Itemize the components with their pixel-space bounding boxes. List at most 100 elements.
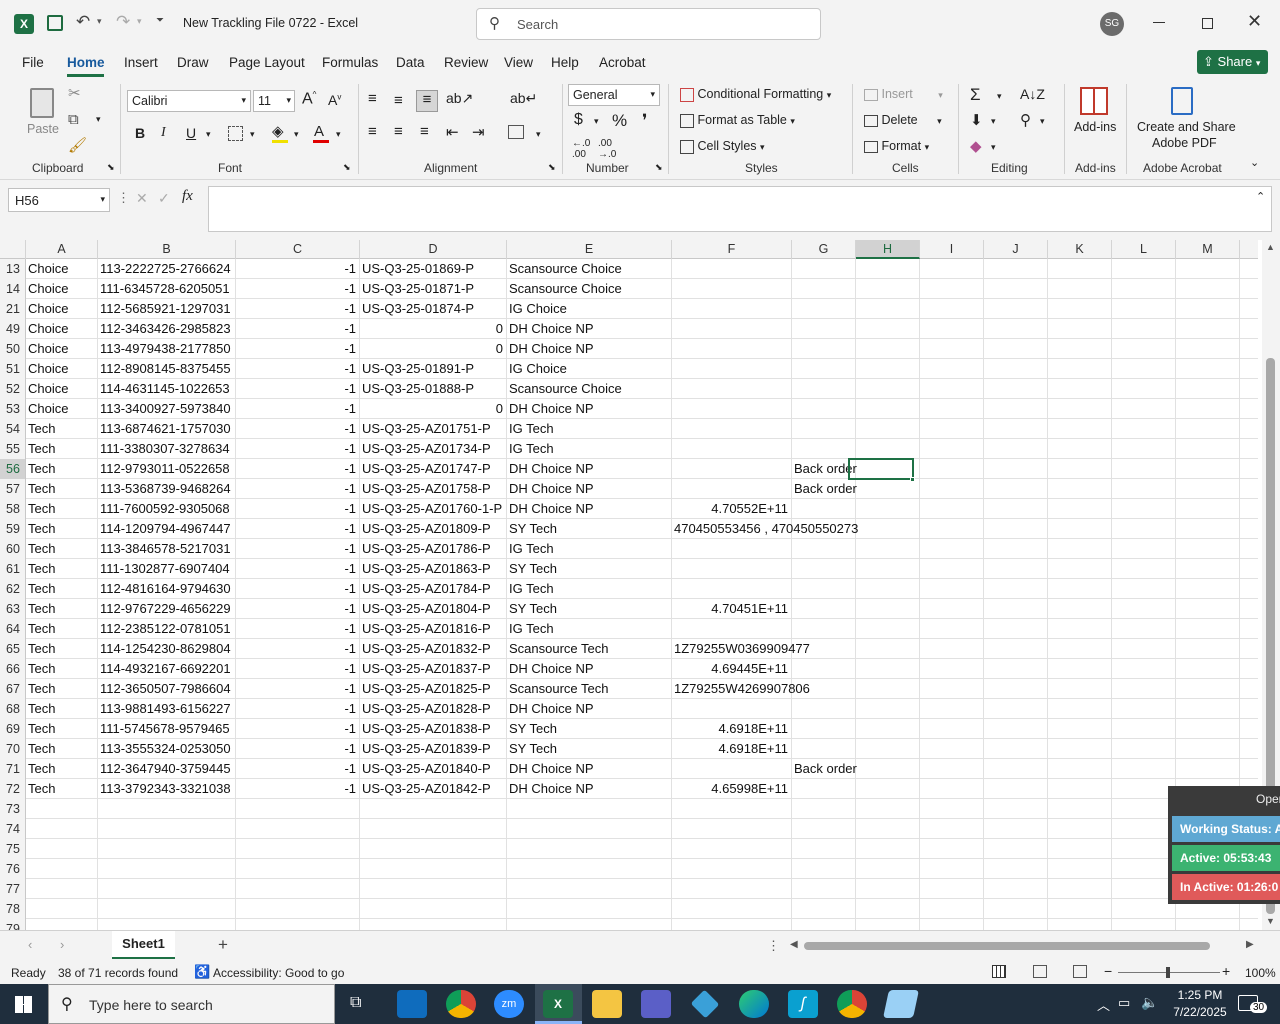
cell-d[interactable]: US-Q3-25-AZ01840-P <box>360 759 493 779</box>
cell-d[interactable]: US-Q3-25-AZ01809-P <box>360 519 493 539</box>
cell-c[interactable]: -1 <box>236 779 358 799</box>
copy-dropdown-icon[interactable]: ▾ <box>96 114 101 125</box>
add-sheet-button[interactable]: + <box>218 935 228 955</box>
format-as-table-button[interactable]: Format as Table ▾ <box>680 113 795 128</box>
teams-icon[interactable] <box>641 990 671 1018</box>
app-diamond-icon[interactable] <box>690 989 720 1019</box>
zoom-in-icon[interactable]: + <box>1222 963 1230 979</box>
cell-d[interactable]: 0 <box>360 399 505 419</box>
cell-b[interactable]: 111-7600592-9305068 <box>98 499 232 519</box>
cell-b[interactable]: 113-9881493-6156227 <box>98 699 233 719</box>
cell-a[interactable]: Choice <box>26 319 70 339</box>
decrease-indent-icon[interactable]: ⇤ <box>446 123 459 141</box>
cell-a[interactable]: Choice <box>26 399 70 419</box>
undo-dropdown-icon[interactable]: ▾ <box>97 16 102 27</box>
cell-e[interactable]: IG Tech <box>507 619 556 639</box>
column-header-a[interactable]: A <box>26 240 98 259</box>
clock-time[interactable]: 1:25 PM <box>1173 988 1227 1002</box>
row-header[interactable]: 71 <box>0 759 26 779</box>
currency-icon[interactable]: $ <box>574 111 583 129</box>
add-ins-icon[interactable] <box>1080 87 1108 115</box>
row-header[interactable]: 76 <box>0 859 26 879</box>
scroll-down-icon[interactable]: ▼ <box>1266 916 1275 926</box>
column-header-g[interactable]: G <box>792 240 856 259</box>
select-all-corner[interactable] <box>0 240 26 259</box>
customize-toolbar-icon[interactable]: ⏷ <box>156 15 164 26</box>
increase-font-icon[interactable]: A^ <box>302 90 316 108</box>
cell-d[interactable]: US-Q3-25-AZ01842-P <box>360 779 493 799</box>
cell-d[interactable]: US-Q3-25-AZ01751-P <box>360 419 493 439</box>
cell-a[interactable]: Tech <box>26 519 57 539</box>
cell-e[interactable]: IG Tech <box>507 439 556 459</box>
cell-b[interactable]: 113-2222725-2766624 <box>98 259 233 279</box>
cell-e[interactable]: Scansource Choice <box>507 379 624 399</box>
cell-c[interactable]: -1 <box>236 279 358 299</box>
tab-data[interactable]: Data <box>396 55 425 70</box>
cell-a[interactable]: Tech <box>26 639 57 659</box>
bold-icon[interactable]: B <box>135 125 145 141</box>
row-header[interactable]: 56 <box>0 459 26 479</box>
sheet-tab-sheet1[interactable]: Sheet1 <box>112 931 175 959</box>
row-header[interactable]: 67 <box>0 679 26 699</box>
align-left-icon[interactable]: ≡ <box>368 123 377 140</box>
notes-app-icon[interactable] <box>883 990 919 1018</box>
cell-d[interactable]: US-Q3-25-AZ01838-P <box>360 719 493 739</box>
font-color-dropdown-icon[interactable]: ▾ <box>336 129 341 140</box>
cell-c[interactable]: -1 <box>236 699 358 719</box>
clock-date[interactable]: 7/22/2025 <box>1166 1005 1234 1019</box>
cell-b[interactable]: 113-3846578-5217031 <box>98 539 233 559</box>
cell-c[interactable]: -1 <box>236 639 358 659</box>
borders-icon[interactable] <box>228 126 243 141</box>
cell-a[interactable]: Tech <box>26 599 57 619</box>
user-avatar[interactable]: SG <box>1100 12 1124 36</box>
cell-e[interactable]: Scansource Tech <box>507 679 611 699</box>
cell-b[interactable]: 113-6874621-1757030 <box>98 419 233 439</box>
cell-d[interactable]: US-Q3-25-01869-P <box>360 259 476 279</box>
tab-view[interactable]: View <box>504 55 533 70</box>
cell-e[interactable]: SY Tech <box>507 599 559 619</box>
collapse-formula-bar-icon[interactable]: ⌃ <box>1256 190 1265 203</box>
cell-a[interactable]: Tech <box>26 739 57 759</box>
clear-icon[interactable]: ◆ <box>970 137 982 155</box>
tab-split-handle[interactable]: ⋮ <box>767 938 780 954</box>
row-header[interactable]: 74 <box>0 819 26 839</box>
cell-d[interactable]: US-Q3-25-01874-P <box>360 299 476 319</box>
clipboard-launcher-icon[interactable]: ⬊ <box>107 162 115 173</box>
cell-e[interactable]: DH Choice NP <box>507 479 596 499</box>
underline-icon[interactable]: U <box>186 125 196 141</box>
cell-f[interactable]: 4.6918E+11 <box>672 719 790 739</box>
cell-a[interactable]: Tech <box>26 419 57 439</box>
search-box[interactable]: ⚲ Search <box>476 8 821 40</box>
zoom-app-icon[interactable]: zm <box>494 990 524 1018</box>
adobe-pdf-icon[interactable] <box>1171 87 1193 115</box>
cell-d[interactable]: US-Q3-25-AZ01758-P <box>360 479 493 499</box>
row-header[interactable]: 13 <box>0 259 26 279</box>
row-header[interactable]: 51 <box>0 359 26 379</box>
cell-d[interactable]: US-Q3-25-01888-P <box>360 379 476 399</box>
cell-c[interactable]: -1 <box>236 759 358 779</box>
create-share-label-2[interactable]: Adobe PDF <box>1152 136 1217 150</box>
cell-b[interactable]: 112-5685921-1297031 <box>98 299 233 319</box>
cell-f[interactable]: 1Z79255W4269907806 <box>672 679 812 699</box>
cell-a[interactable]: Choice <box>26 299 70 319</box>
next-sheet-icon[interactable]: › <box>60 937 64 952</box>
tab-home[interactable]: Home <box>67 55 105 70</box>
cell-b[interactable]: 113-3400927-5973840 <box>98 399 233 419</box>
number-format-combo[interactable]: General ▾ <box>568 84 660 106</box>
paste-icon[interactable] <box>30 88 54 118</box>
cell-c[interactable]: -1 <box>236 399 358 419</box>
cell-d[interactable]: US-Q3-25-AZ01863-P <box>360 559 493 579</box>
cell-c[interactable]: -1 <box>236 319 358 339</box>
column-header-j[interactable]: J <box>984 240 1048 259</box>
cell-c[interactable]: -1 <box>236 659 358 679</box>
file-explorer-icon[interactable] <box>592 990 622 1018</box>
cell-b[interactable]: 114-4932167-6692201 <box>98 659 233 679</box>
cell-g[interactable]: Back order <box>792 479 859 499</box>
cell-d[interactable]: US-Q3-25-AZ01828-P <box>360 699 493 719</box>
row-header[interactable]: 78 <box>0 899 26 919</box>
cell-b[interactable]: 113-5368739-9468264 <box>98 479 233 499</box>
cell-d[interactable]: US-Q3-25-AZ01839-P <box>360 739 493 759</box>
cell-b[interactable]: 113-3792343-3321038 <box>98 779 233 799</box>
page-layout-view-icon[interactable] <box>1033 965 1047 978</box>
zoom-level[interactable]: 100% <box>1245 966 1276 980</box>
